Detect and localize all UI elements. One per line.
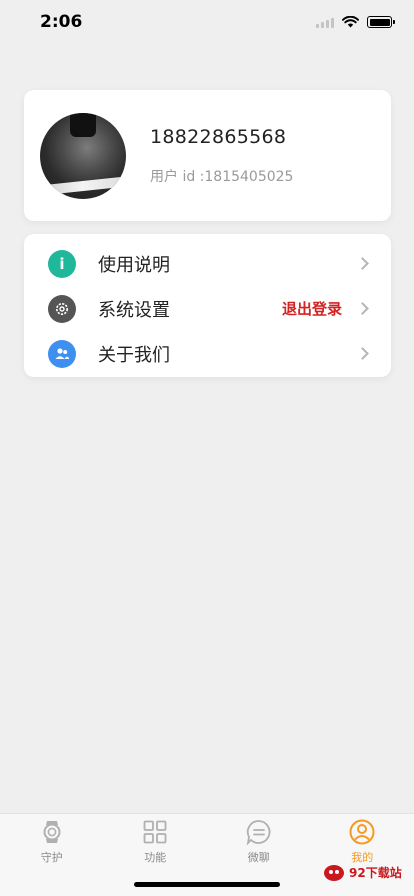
grid-icon xyxy=(142,819,168,845)
user-icon xyxy=(349,819,375,845)
tab-label: 守护 xyxy=(40,851,63,864)
chevron-right-icon xyxy=(356,347,369,360)
menu-item-system-settings[interactable]: 系统设置 退出登录 xyxy=(24,286,391,331)
gear-icon xyxy=(48,294,76,323)
watch-icon xyxy=(39,819,65,845)
chat-icon xyxy=(246,819,272,845)
logout-button[interactable]: 退出登录 xyxy=(282,298,342,319)
signal-icon xyxy=(316,16,334,28)
people-icon xyxy=(48,339,76,368)
menu-item-usage-guide[interactable]: i 使用说明 xyxy=(24,241,391,286)
tab-guard[interactable]: 守护 xyxy=(12,814,92,896)
status-bar: 2:06 xyxy=(0,0,414,44)
status-icons xyxy=(316,16,395,28)
tab-label: 功能 xyxy=(144,851,167,864)
tab-label: 微聊 xyxy=(247,851,270,864)
watermark: 92下载站 xyxy=(322,862,402,882)
phone-number: 18822865568 xyxy=(150,125,287,148)
tab-mine[interactable]: 我的 xyxy=(322,814,402,896)
status-time: 2:06 xyxy=(40,12,83,32)
profile-card[interactable]: 18822865568 用户 id :1815405025 xyxy=(24,90,391,221)
menu-card: i 使用说明 系统设置 退出登录 关于我们 xyxy=(24,234,391,377)
menu-item-about-us[interactable]: 关于我们 xyxy=(24,331,391,376)
wifi-icon xyxy=(342,16,359,28)
menu-item-label: 使用说明 xyxy=(98,254,170,276)
watermark-logo-icon xyxy=(324,865,344,881)
battery-icon xyxy=(367,16,395,28)
chevron-right-icon xyxy=(356,257,369,270)
chevron-right-icon xyxy=(356,302,369,315)
watermark-text: 92下载站 xyxy=(349,865,402,880)
user-id: 用户 id :1815405025 xyxy=(150,168,294,185)
avatar[interactable] xyxy=(40,112,126,199)
home-indicator xyxy=(134,882,280,887)
profile-info: 18822865568 用户 id :1815405025 xyxy=(150,126,293,186)
menu-item-label: 关于我们 xyxy=(98,344,170,366)
menu-item-label: 系统设置 xyxy=(98,299,170,321)
info-icon: i xyxy=(48,249,76,278)
